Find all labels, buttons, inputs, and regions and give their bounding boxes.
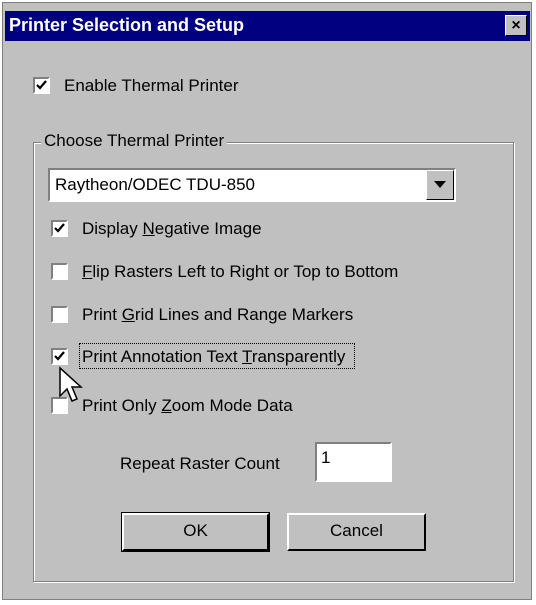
negative-image-checkbox[interactable] bbox=[51, 220, 68, 237]
check-icon bbox=[54, 351, 65, 361]
dropdown-arrow-icon bbox=[434, 181, 446, 188]
cancel-button[interactable]: Cancel bbox=[287, 513, 426, 551]
repeat-raster-value: 1 bbox=[321, 448, 331, 467]
annotation-transparent-checkbox[interactable] bbox=[51, 348, 68, 365]
repeat-raster-label: Repeat Raster Count bbox=[120, 454, 280, 473]
flip-rasters-label[interactable]: Flip Rasters Left to Right or Top to Bot… bbox=[82, 262, 398, 282]
check-icon bbox=[36, 80, 47, 90]
zoom-mode-label[interactable]: Print Only Zoom Mode Data bbox=[82, 396, 293, 416]
annotation-transparent-label[interactable]: Print Annotation Text Transparently bbox=[82, 347, 345, 367]
flip-rasters-checkbox[interactable] bbox=[51, 263, 68, 280]
close-icon: × bbox=[511, 17, 521, 34]
mouse-pointer-icon bbox=[59, 366, 83, 402]
check-icon bbox=[54, 223, 65, 233]
negative-image-label[interactable]: Display Negative Image bbox=[82, 219, 262, 239]
title-bar[interactable]: Printer Selection and Setup × bbox=[5, 11, 530, 41]
dropdown-button[interactable] bbox=[426, 170, 454, 200]
repeat-raster-input[interactable]: 1 bbox=[315, 442, 392, 482]
printer-select[interactable]: Raytheon/ODEC TDU-850 bbox=[48, 168, 456, 202]
enable-thermal-checkbox[interactable] bbox=[33, 77, 50, 94]
window-title: Printer Selection and Setup bbox=[9, 15, 245, 35]
close-button[interactable]: × bbox=[505, 15, 527, 36]
enable-thermal-label[interactable]: Enable Thermal Printer bbox=[64, 76, 239, 96]
group-legend: Choose Thermal Printer bbox=[41, 131, 228, 151]
ok-button[interactable]: OK bbox=[121, 512, 270, 552]
grid-lines-checkbox[interactable] bbox=[51, 306, 68, 323]
grid-lines-label[interactable]: Print Grid Lines and Range Markers bbox=[82, 305, 353, 325]
printer-select-value: Raytheon/ODEC TDU-850 bbox=[55, 175, 255, 194]
